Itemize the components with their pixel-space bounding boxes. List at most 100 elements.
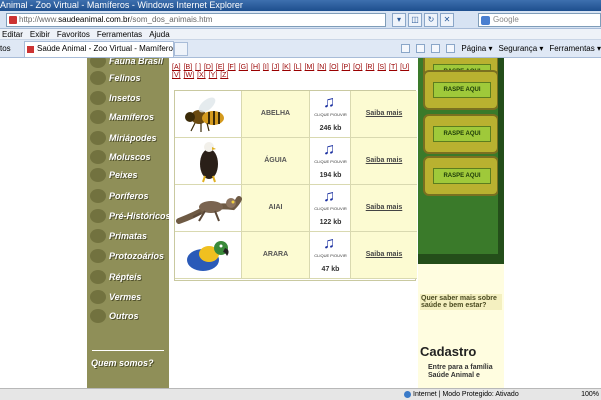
alpha-link[interactable]: [W] — [184, 72, 195, 80]
page-menu[interactable]: Página ▾ — [461, 43, 492, 54]
alpha-link[interactable]: [S] — [377, 64, 386, 72]
menu-editar[interactable]: Editar — [2, 29, 23, 39]
sidebar-item-primatas[interactable]: Primatas — [87, 227, 169, 245]
sidebar-item-label: Miriápodes — [109, 133, 157, 143]
raspe-button[interactable]: RASPE AQUI — [433, 82, 491, 98]
cadastro-question: Quer saber mais sobre saúde e bem estar? — [420, 294, 502, 310]
new-tab-button[interactable] — [174, 42, 188, 56]
sidebar-item-protozoarios[interactable]: Protozoários — [87, 247, 169, 265]
refresh-icon[interactable]: ↻ — [424, 13, 438, 27]
music-note-icon: ♫ — [323, 94, 335, 111]
music-note-icon: ♫ — [323, 188, 335, 205]
alpha-link[interactable]: [R] — [365, 64, 374, 72]
sidebar-item-peixes[interactable]: Peixes — [87, 166, 169, 184]
sidebar-item-pre-historicos[interactable]: Pré-Históricos — [87, 207, 169, 225]
alpha-link[interactable]: [F] — [227, 64, 235, 72]
address-domain: saudeanimal.com.br — [58, 15, 131, 24]
home-icon[interactable] — [401, 44, 411, 53]
animal-image-aiai — [175, 185, 242, 231]
alpha-link[interactable]: [D] — [204, 64, 213, 72]
menu-exibir[interactable]: Exibir — [30, 29, 50, 39]
worm-icon — [90, 290, 106, 304]
tab-active[interactable]: Saúde Animal - Zoo Virtual - Mamíferos — [24, 41, 174, 57]
sidebar-item-label: Insetos — [109, 93, 141, 103]
stop-icon[interactable]: ✕ — [440, 13, 454, 27]
sidebar-item-poriferos[interactable]: Poríferos — [87, 187, 169, 205]
alpha-link[interactable]: [B] — [184, 64, 193, 72]
sidebar-item-label: Felinos — [109, 73, 141, 83]
security-menu[interactable]: Segurança ▾ — [498, 43, 543, 54]
mail-icon[interactable] — [431, 44, 441, 53]
sidebar-item-moluscos[interactable]: Moluscos — [87, 148, 169, 166]
feeds-icon[interactable] — [416, 44, 426, 53]
compat-view-icon[interactable]: ◫ — [408, 13, 422, 27]
security-zone[interactable]: Internet | Modo Protegido: Ativado — [404, 389, 519, 400]
alpha-link[interactable]: [Y] — [209, 72, 218, 80]
alpha-link[interactable]: [I] — [263, 64, 269, 72]
sidebar-item-vermes[interactable]: Vermes — [87, 288, 169, 306]
saiba-mais-link[interactable]: Saiba mais — [351, 232, 417, 278]
alpha-link[interactable]: [J] — [272, 64, 279, 72]
alpha-link[interactable]: [G] — [239, 64, 248, 72]
raspe-button[interactable]: RASPE AQUI — [433, 168, 491, 184]
ad-banner[interactable]: RASPE AQUI RASPE AQUI RASPE AQUI RASPE A… — [418, 58, 504, 264]
page-content: Fauna Brasil Felinos Insetos Mamíferos M… — [0, 58, 601, 388]
tab-favicon-icon — [27, 46, 34, 53]
sidebar-item-outros[interactable]: Outros — [87, 307, 169, 325]
sidebar-item-mamiferos[interactable]: Mamíferos — [87, 108, 169, 126]
animal-name: ARARA — [242, 232, 310, 278]
sidebar-item-insetos[interactable]: Insetos — [87, 89, 169, 107]
sidebar-item-label: Outros — [109, 311, 139, 321]
search-input[interactable]: Google — [478, 13, 601, 27]
alpha-link[interactable]: [P] — [342, 64, 351, 72]
animal-name: ABELHA — [242, 91, 310, 137]
menu-ajuda[interactable]: Ajuda — [149, 29, 169, 39]
alpha-link[interactable]: [Q] — [353, 64, 362, 72]
command-bar: Página ▾ Segurança ▾ Ferramentas ▾ — [401, 43, 601, 54]
sidebar-item-quem-somos[interactable]: Quem somos? — [87, 358, 169, 368]
file-size: 246 kb — [319, 125, 342, 132]
print-icon[interactable] — [446, 44, 456, 53]
table-row: ÁGUIA ♫ CLIQUE P/OUVIR 194 kb Saiba mais — [175, 138, 417, 185]
sound-button[interactable]: ♫ CLIQUE P/OUVIR 194 kb — [310, 138, 351, 184]
sound-button[interactable]: ♫ CLIQUE P/OUVIR 122 kb — [310, 185, 351, 231]
sidebar-item-miriapodes[interactable]: Miriápodes — [87, 129, 169, 147]
saiba-mais-link[interactable]: Saiba mais — [351, 185, 417, 231]
sound-button[interactable]: ♫ CLIQUE P/OUVIR 246 kb — [310, 91, 351, 137]
alpha-link[interactable]: [T] — [389, 64, 397, 72]
alpha-link[interactable]: [K] — [282, 64, 291, 72]
alpha-link[interactable]: [O] — [329, 64, 338, 72]
alpha-link[interactable]: [H] — [251, 64, 260, 72]
alpha-link[interactable]: [A] — [172, 64, 181, 72]
tools-menu[interactable]: Ferramentas ▾ — [549, 43, 601, 54]
zoom-level[interactable]: 100% — [581, 389, 599, 400]
address-input[interactable]: http://www.saudeanimal.com.br/som_dos_an… — [6, 13, 386, 27]
alpha-link[interactable]: [X] — [197, 72, 206, 80]
menu-ferramentas[interactable]: Ferramentas — [97, 29, 142, 39]
sponge-icon — [90, 189, 106, 203]
zone-label: Internet | Modo Protegido: Ativado — [413, 391, 519, 398]
alpha-link[interactable]: [Z] — [220, 72, 228, 80]
dropdown-icon[interactable]: ▾ — [392, 13, 406, 27]
sound-button[interactable]: ♫ CLIQUE P/OUVIR 47 kb — [310, 232, 351, 278]
alpha-link[interactable]: [U] — [400, 64, 409, 72]
snake-icon — [90, 270, 106, 284]
dinosaur-icon — [90, 209, 106, 223]
alpha-link[interactable]: [ ] — [195, 64, 201, 72]
menu-favoritos[interactable]: Favoritos — [57, 29, 90, 39]
cadastro-title[interactable]: Cadastro — [420, 344, 476, 359]
left-margin — [0, 58, 87, 388]
raspe-button[interactable]: RASPE AQUI — [433, 126, 491, 142]
alpha-link[interactable]: [N] — [317, 64, 326, 72]
alpha-link[interactable]: [M] — [305, 64, 315, 72]
favorites-label[interactable]: tos — [0, 43, 11, 54]
nav-buttons: ▾ ◫ ↻ ✕ — [392, 13, 454, 27]
alpha-link[interactable]: [V] — [172, 72, 181, 80]
sidebar-item-felinos[interactable]: Felinos — [87, 69, 169, 87]
sidebar-item-repteis[interactable]: Répteis — [87, 268, 169, 286]
alpha-link[interactable]: [L] — [294, 64, 302, 72]
alphabet-index: [A] [B][ ] [D] [E] [F] [G] [H] [I] [J] [K] [L] [M][… — [172, 64, 420, 80]
alpha-link[interactable]: [E] — [216, 64, 225, 72]
saiba-mais-link[interactable]: Saiba mais — [351, 138, 417, 184]
saiba-mais-link[interactable]: Saiba mais — [351, 91, 417, 137]
